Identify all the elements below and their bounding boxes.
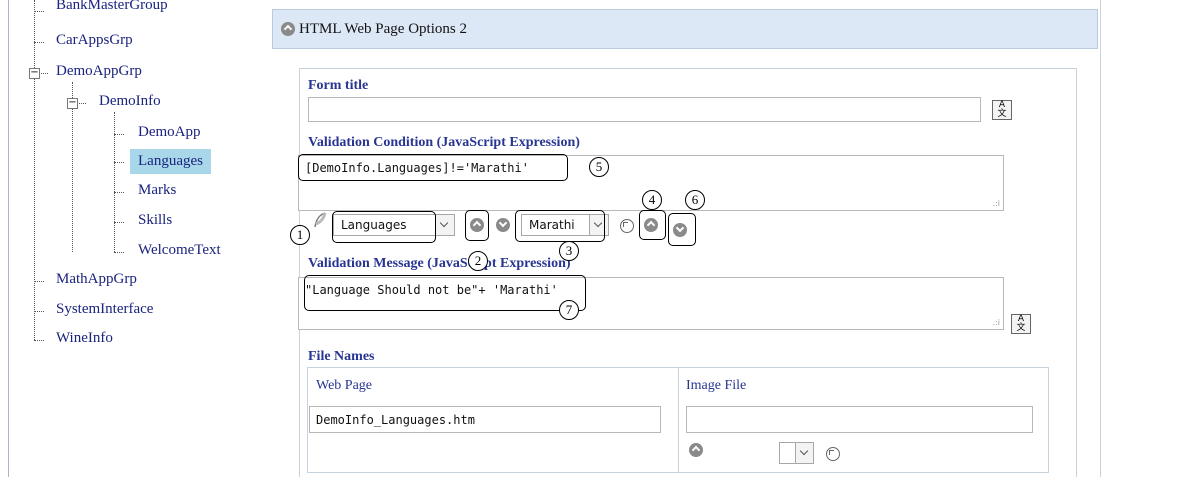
callout-number-5: 5 xyxy=(589,157,609,177)
tree-item-demoinfo[interactable]: DemoInfo xyxy=(95,92,165,111)
callout-box-1 xyxy=(332,211,436,243)
right-frame-border xyxy=(1100,0,1101,477)
panel-title: HTML Web Page Options 2 xyxy=(299,20,467,37)
image-file-label: Image File xyxy=(686,378,747,393)
web-page-label: Web Page xyxy=(316,378,373,393)
tree-item-skills[interactable]: Skills xyxy=(134,211,176,230)
callout-number-1: 1 xyxy=(290,225,310,245)
upload-circle-icon[interactable] xyxy=(689,443,703,457)
form-title-label: Form title xyxy=(308,78,369,93)
tree-line xyxy=(34,0,35,340)
callout-box-4 xyxy=(639,210,666,240)
refresh-icon[interactable] xyxy=(826,447,840,461)
callout-box-3 xyxy=(515,210,605,242)
tree-connector xyxy=(79,103,86,104)
collapse-icon[interactable]: − xyxy=(29,68,40,79)
chevron-down-icon xyxy=(795,443,813,463)
tree-item-demoappgrp[interactable]: DemoAppGrp xyxy=(52,62,146,81)
form-title-input[interactable] xyxy=(308,97,981,122)
collapse-icon[interactable]: − xyxy=(67,98,78,109)
callout-box-2 xyxy=(465,210,489,241)
validation-message-label: Validation Message (JavaScript Expressio… xyxy=(308,256,571,271)
callout-box-5 xyxy=(298,154,568,181)
tree-connector xyxy=(34,281,44,282)
translate-icon[interactable]: A文 xyxy=(1011,314,1031,334)
file-names-label: File Names xyxy=(308,349,375,364)
tree-item-bankmastergroup[interactable]: BankMasterGroup xyxy=(52,0,172,15)
callout-number-7: 7 xyxy=(559,300,579,320)
feather-icon[interactable] xyxy=(313,212,327,228)
tree-connector xyxy=(34,311,44,312)
tree-connector xyxy=(114,162,124,163)
refresh-icon[interactable] xyxy=(620,219,634,233)
tree-connector xyxy=(34,42,44,43)
table-divider xyxy=(678,368,679,472)
callout-box-6 xyxy=(668,213,696,246)
callout-box-7 xyxy=(304,275,586,311)
tree-view: BankMasterGroup CarAppsGrp − DemoAppGrp … xyxy=(0,0,270,477)
panel-header: HTML Web Page Options 2 xyxy=(272,9,1098,49)
tree-item-languages[interactable]: Languages xyxy=(130,149,211,174)
resize-handle-icon[interactable]: .:i xyxy=(993,318,1000,327)
translate-icon[interactable]: A文 xyxy=(992,100,1012,120)
tree-item-mathappgrp[interactable]: MathAppGrp xyxy=(52,270,141,289)
web-page-input[interactable] xyxy=(309,406,661,433)
chevron-down-icon xyxy=(435,215,454,235)
callout-number-2: 2 xyxy=(468,251,488,271)
tree-connector xyxy=(114,134,124,135)
arrow-down-circle-icon[interactable] xyxy=(496,218,510,232)
resize-handle-icon[interactable]: .:i xyxy=(993,199,1000,208)
tree-connector xyxy=(114,222,124,223)
tree-item-wineinfo[interactable]: WineInfo xyxy=(52,329,117,348)
tree-line xyxy=(114,112,115,252)
tree-item-welcometext[interactable]: WelcomeText xyxy=(134,241,225,260)
callout-number-3: 3 xyxy=(559,241,579,261)
tree-connector xyxy=(34,11,44,12)
callout-number-6: 6 xyxy=(685,190,705,210)
collapse-circle-icon[interactable] xyxy=(281,22,295,36)
tree-item-carappsgrp[interactable]: CarAppsGrp xyxy=(52,31,137,50)
tree-item-marks[interactable]: Marks xyxy=(134,181,180,200)
image-file-select[interactable] xyxy=(779,442,814,464)
tree-connector xyxy=(114,192,124,193)
tree-item-systeminterface[interactable]: SystemInterface xyxy=(52,300,157,319)
callout-number-4: 4 xyxy=(642,190,662,210)
tree-connector xyxy=(114,252,124,253)
image-file-input[interactable] xyxy=(686,406,1033,433)
tree-item-demoapp[interactable]: DemoApp xyxy=(134,123,205,142)
validation-condition-label: Validation Condition (JavaScript Express… xyxy=(308,135,580,150)
tree-connector xyxy=(41,73,48,74)
tree-connector xyxy=(34,340,44,341)
